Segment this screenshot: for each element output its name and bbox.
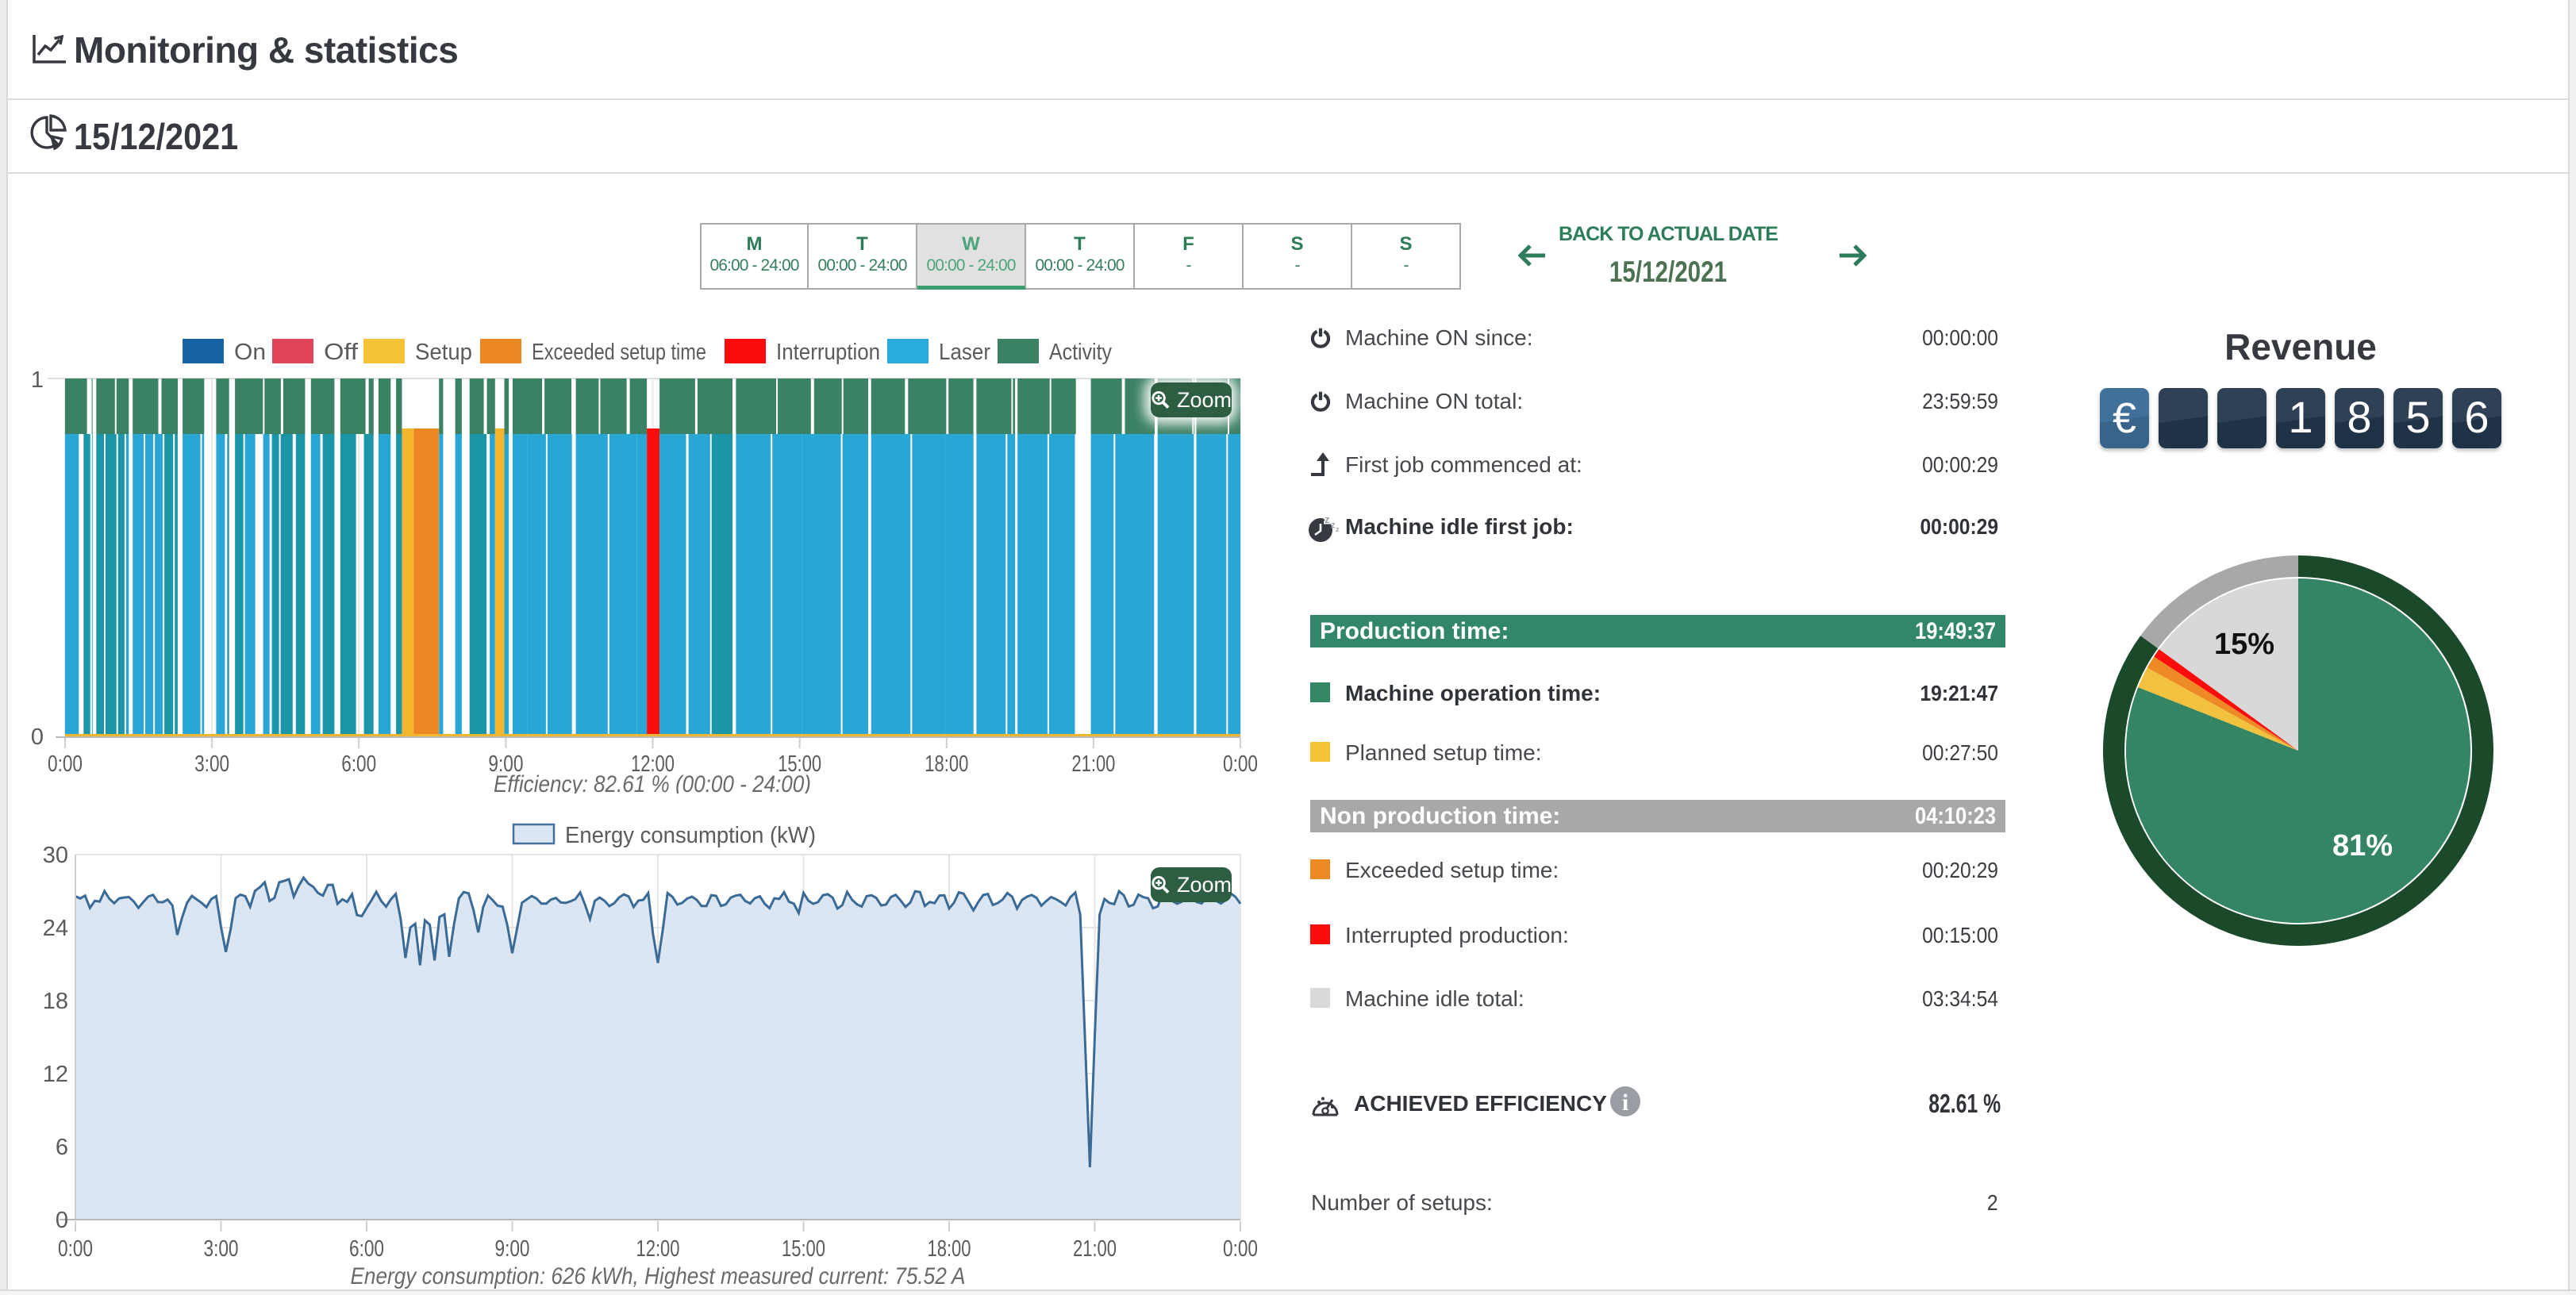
svg-text:0: 0 bbox=[56, 1208, 68, 1233]
svg-text:Setup: Setup bbox=[415, 340, 472, 365]
svg-text:0:00: 0:00 bbox=[58, 1236, 93, 1262]
svg-text:12: 12 bbox=[43, 1062, 68, 1087]
svg-text:Efficiency: 82.61 % (00:00 - 2: Efficiency: 82.61 % (00:00 - 24:00) bbox=[494, 771, 811, 794]
svg-text:0:00: 0:00 bbox=[48, 751, 83, 777]
svg-text:0: 0 bbox=[31, 724, 44, 750]
svg-text:z: z bbox=[1325, 513, 1330, 525]
svg-text:3:00: 3:00 bbox=[204, 1236, 239, 1262]
svg-text:15:00: 15:00 bbox=[782, 1236, 825, 1262]
svg-text:6:00: 6:00 bbox=[349, 1236, 384, 1262]
svg-text:z: z bbox=[1336, 525, 1340, 533]
svg-text:Exceeded setup time: Exceeded setup time bbox=[532, 340, 706, 365]
svg-text:Energy consumption (kW): Energy consumption (kW) bbox=[565, 823, 816, 848]
svg-text:Energy consumption: 626 kWh, H: Energy consumption: 626 kWh, Highest mea… bbox=[351, 1263, 966, 1289]
svg-text:30: 30 bbox=[43, 843, 68, 868]
svg-text:Interruption: Interruption bbox=[776, 340, 880, 365]
svg-text:0:00: 0:00 bbox=[1223, 1236, 1258, 1262]
svg-text:9:00: 9:00 bbox=[495, 1236, 530, 1262]
svg-text:3:00: 3:00 bbox=[194, 751, 229, 777]
svg-text:18: 18 bbox=[43, 989, 68, 1014]
svg-text:6: 6 bbox=[56, 1135, 68, 1160]
svg-text:Laser: Laser bbox=[939, 340, 990, 365]
svg-text:i: i bbox=[1622, 1089, 1628, 1116]
svg-text:24: 24 bbox=[43, 916, 68, 941]
svg-text:15%: 15% bbox=[2214, 628, 2274, 661]
svg-text:On: On bbox=[234, 340, 266, 365]
svg-text:Off: Off bbox=[324, 340, 359, 365]
svg-text:18:00: 18:00 bbox=[928, 1236, 971, 1262]
svg-text:Activity: Activity bbox=[1049, 340, 1112, 365]
svg-text:81%: 81% bbox=[2332, 829, 2393, 863]
svg-text:18:00: 18:00 bbox=[925, 751, 968, 777]
svg-text:12:00: 12:00 bbox=[636, 1236, 680, 1262]
svg-text:21:00: 21:00 bbox=[1071, 751, 1115, 777]
svg-text:0:00: 0:00 bbox=[1223, 751, 1258, 777]
svg-text:6:00: 6:00 bbox=[341, 751, 376, 777]
svg-text:1: 1 bbox=[31, 367, 44, 393]
svg-text:21:00: 21:00 bbox=[1073, 1236, 1117, 1262]
